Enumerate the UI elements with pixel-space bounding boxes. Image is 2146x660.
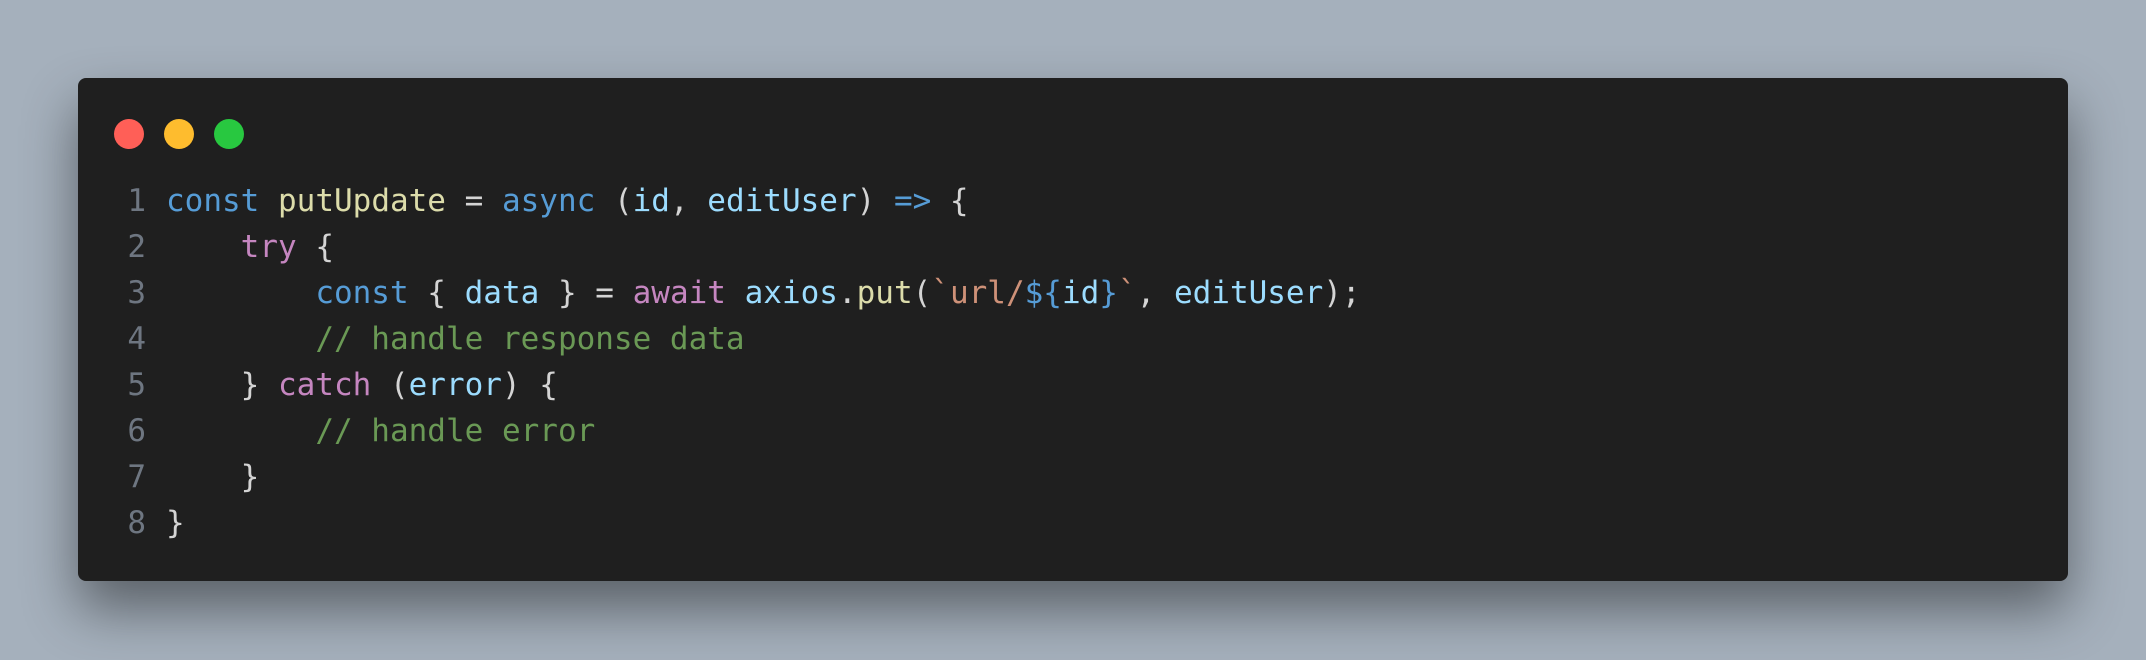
- code-token: editUser: [1173, 275, 1324, 311]
- code-token: // handle error: [315, 413, 596, 449]
- line-source: }: [166, 500, 185, 546]
- code-token: }: [1099, 275, 1118, 311]
- code-line: 1 const putUpdate = async (id, editUser) …: [78, 178, 2068, 224]
- line-source: } catch (error) {: [166, 362, 558, 408]
- code-token: axios: [744, 275, 838, 311]
- code-token: editUser: [707, 183, 857, 219]
- code-line: 3 const { data } = await axios.put(`url/…: [78, 270, 2068, 316]
- code-token: (: [595, 183, 633, 219]
- code-token: const: [315, 275, 409, 311]
- code-token: (: [912, 275, 932, 311]
- code-token: {: [296, 229, 334, 265]
- code-token: ,: [669, 183, 708, 219]
- line-number: 3: [127, 275, 146, 311]
- line-number: 4: [127, 321, 146, 357]
- code-token: async: [501, 183, 596, 219]
- code-block: 1 const putUpdate = async (id, editUser) …: [78, 178, 2068, 546]
- line-source: const { data } = await axios.put(`url/${…: [166, 270, 1361, 316]
- code-line: 5 } catch (error) {: [78, 362, 2068, 408]
- line-source: }: [166, 454, 260, 500]
- line-number: 7: [127, 459, 146, 495]
- code-token: putUpdate: [278, 183, 446, 219]
- line-source: try {: [166, 224, 334, 270]
- code-token: ) {: [501, 367, 558, 403]
- code-token: catch: [277, 367, 372, 403]
- close-dot-icon[interactable]: [114, 119, 144, 149]
- code-token: try: [240, 229, 297, 265]
- code-token: const: [166, 183, 260, 219]
- code-token: {: [408, 275, 465, 311]
- code-token: } =: [539, 275, 633, 311]
- code-token: error: [408, 367, 502, 403]
- code-token: put: [856, 275, 913, 311]
- code-line: 4 // handle response data: [78, 316, 2068, 362]
- line-number: 8: [127, 505, 146, 541]
- line-source: // handle error: [166, 408, 595, 454]
- code-token: );: [1323, 275, 1361, 311]
- code-line: 7 }: [78, 454, 2068, 500]
- code-line: 6 // handle error: [78, 408, 2068, 454]
- line-number: 1: [127, 183, 146, 219]
- line-number: 6: [127, 413, 146, 449]
- code-line: 8}: [78, 500, 2068, 546]
- line-source: const putUpdate = async (id, editUser) =…: [166, 178, 969, 224]
- code-token: `url/: [931, 275, 1025, 311]
- code-line: 2 try {: [78, 224, 2068, 270]
- code-token: {: [931, 183, 969, 219]
- code-token: }: [166, 367, 278, 403]
- code-token: ): [856, 183, 894, 219]
- line-source: // handle response data: [166, 316, 745, 362]
- code-token: =: [445, 183, 502, 219]
- code-token: }: [166, 459, 260, 495]
- code-token: ,: [1136, 275, 1174, 311]
- code-token: }: [166, 505, 185, 541]
- line-number: 2: [127, 229, 146, 265]
- code-token: (: [371, 367, 409, 403]
- code-window: 1 const putUpdate = async (id, editUser) …: [78, 78, 2068, 581]
- code-token: id: [632, 183, 670, 219]
- code-token: `: [1117, 275, 1137, 311]
- code-token: .: [837, 275, 857, 311]
- code-token: ${: [1024, 275, 1062, 311]
- code-token: await: [632, 275, 726, 311]
- code-token: id: [1061, 275, 1100, 311]
- line-number: 5: [127, 367, 146, 403]
- maximize-dot-icon[interactable]: [214, 119, 244, 149]
- code-token: data: [464, 275, 540, 311]
- code-token: =>: [893, 183, 932, 219]
- minimize-dot-icon[interactable]: [164, 119, 194, 149]
- code-token: // handle response data: [315, 321, 745, 357]
